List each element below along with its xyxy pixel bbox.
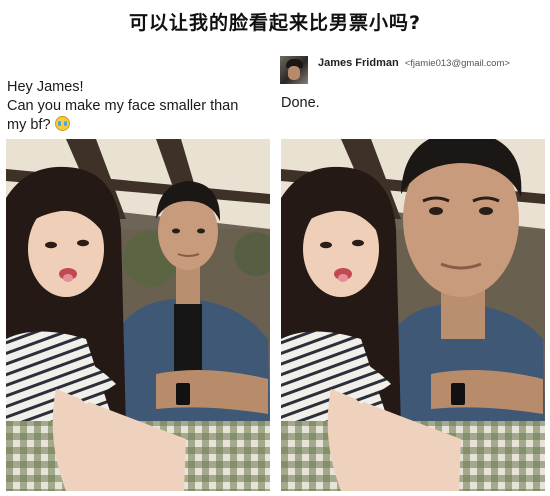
- reply-message: Done.: [281, 95, 320, 111]
- original-photo-image: [6, 139, 270, 491]
- request-line-1: Hey James!: [7, 79, 84, 95]
- edited-photo: [281, 139, 545, 491]
- sender-avatar: [280, 56, 308, 84]
- sender-email: <fjamie013@gmail.com>: [404, 57, 510, 69]
- reply-header: James Fridman <fjamie013@gmail.com>: [280, 56, 510, 84]
- sender-name: James Fridman: [318, 57, 399, 69]
- request-message: Hey James! Can you make my face smaller …: [7, 78, 262, 135]
- original-photo: [6, 139, 270, 491]
- edited-photo-image: [281, 139, 545, 491]
- request-line-3-wrap: my bf?: [7, 116, 262, 135]
- crying-laughing-emoji-icon: [54, 116, 70, 131]
- request-line-2: Can you make my face smaller than: [7, 98, 239, 114]
- request-line-3: my bf?: [7, 117, 51, 133]
- headline: 可以让我的脸看起来比男票小吗?: [128, 12, 422, 34]
